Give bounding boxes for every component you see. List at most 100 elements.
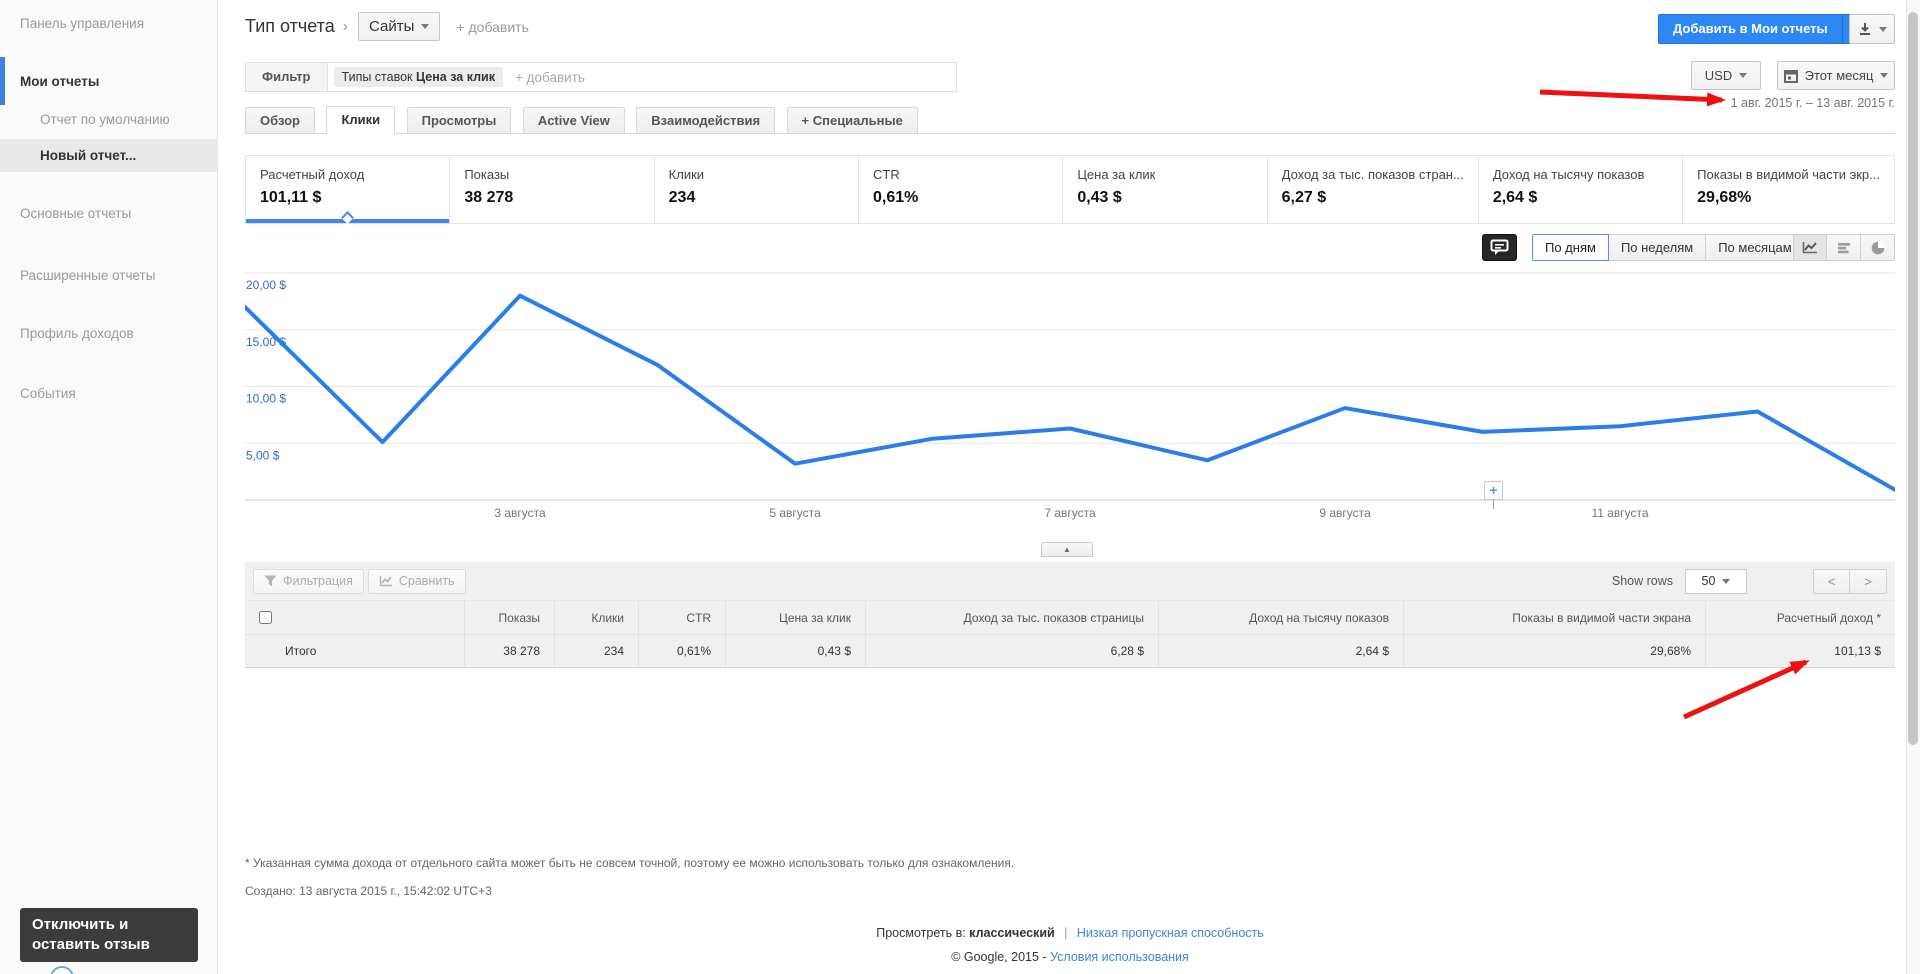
- metric-card-viewability[interactable]: Показы в видимой части экр... 29,68%: [1683, 156, 1895, 223]
- chevron-down-icon: [1880, 73, 1889, 78]
- revenue-chart[interactable]: 20,00 $15,00 $10,00 $5,00 $3 августа 5 ав…: [243, 272, 1897, 522]
- footer-separator: |: [1064, 926, 1068, 940]
- pie-chart-icon[interactable]: [1861, 234, 1895, 261]
- chevron-right-icon: ›: [342, 17, 349, 35]
- sidebar-item-basic-reports[interactable]: Основные отчеты: [20, 206, 131, 221]
- period-value: Этот месяц: [1804, 68, 1874, 83]
- compare-label: Сравнить: [398, 574, 455, 588]
- tab-overview[interactable]: Обзор: [245, 107, 315, 134]
- tab-interactions[interactable]: Взаимодействия: [636, 107, 776, 134]
- metric-value: 0,61%: [872, 189, 919, 206]
- add-to-my-reports-button[interactable]: Добавить в Мои отчеты: [1658, 14, 1871, 44]
- column-header-ctr[interactable]: CTR: [638, 600, 725, 634]
- metric-label: Доход на тысячу показов: [1492, 167, 1645, 182]
- show-rows-label: Show rows: [1611, 574, 1673, 588]
- terms-link[interactable]: Условия использования: [1050, 950, 1189, 964]
- currency-value: USD: [1704, 68, 1733, 83]
- total-row-label: Итого: [245, 634, 464, 667]
- chart-zoom-in-button[interactable]: +: [1484, 481, 1503, 500]
- report-type-dropdown[interactable]: Сайты: [358, 12, 441, 41]
- filter-chip-prefix: Типы ставок: [341, 70, 413, 84]
- date-period-dropdown[interactable]: Этот месяц: [1777, 61, 1895, 90]
- low-bandwidth-link[interactable]: Низкая пропускная способность: [1077, 926, 1264, 940]
- select-all-cell: [245, 600, 464, 634]
- granularity-by-week[interactable]: По неделям: [1608, 234, 1707, 261]
- svg-text:10,00 $: 10,00 $: [246, 392, 286, 406]
- metric-value: 0,43 $: [1077, 189, 1122, 206]
- bar-chart-icon[interactable]: [1827, 234, 1861, 261]
- tab-custom[interactable]: + Специальные: [786, 107, 918, 134]
- tab-active-view[interactable]: Active View: [522, 107, 625, 134]
- granularity-by-month[interactable]: По месяцам: [1706, 234, 1805, 261]
- metric-card-clicks[interactable]: Клики 234: [654, 156, 859, 223]
- scrollbar-thumb[interactable]: [1908, 12, 1918, 745]
- table-toolbar: Фильтрация Сравнить Show rows 50 < >: [245, 562, 1895, 600]
- sidebar-item-new-report[interactable]: Новый отчет...: [40, 148, 136, 163]
- granularity-by-day[interactable]: По дням: [1532, 234, 1609, 261]
- metric-card-ctr[interactable]: CTR 0,61%: [858, 156, 1064, 223]
- red-arrow-date-range: [1539, 89, 1726, 107]
- adsense-report-page: Панель управления Мои отчеты Отчет по ум…: [0, 0, 1920, 974]
- tab-views[interactable]: Просмотры: [406, 107, 512, 134]
- annotations-button[interactable]: [1482, 234, 1517, 261]
- filter-bar: Фильтр Типы ставок Цена за клик + добави…: [245, 62, 957, 92]
- sidebar-item-advanced-reports[interactable]: Расширенные отчеты: [20, 268, 155, 283]
- prev-page-button[interactable]: <: [1813, 568, 1850, 594]
- next-page-button[interactable]: >: [1850, 568, 1887, 594]
- sidebar-item-my-reports[interactable]: Мои отчеты: [20, 74, 99, 89]
- chevron-down-icon: [1722, 578, 1731, 584]
- metric-card-page-rpm[interactable]: Доход за тыс. показов стран... 6,27 $: [1267, 156, 1479, 223]
- sidebar-item-revenue-profile[interactable]: Профиль доходов: [20, 326, 134, 341]
- svg-text:3 августа: 3 августа: [494, 506, 546, 520]
- add-report-dimension-button[interactable]: + добавить: [456, 19, 528, 35]
- currency-dropdown[interactable]: USD: [1691, 61, 1761, 90]
- rows-per-page-dropdown[interactable]: 50: [1685, 568, 1747, 594]
- download-button[interactable]: [1849, 14, 1895, 44]
- chart-type-switch: [1793, 234, 1895, 261]
- line-chart-icon[interactable]: [1793, 234, 1827, 261]
- select-all-checkbox[interactable]: [259, 611, 272, 624]
- column-header-viewability[interactable]: Показы в видимой части экрана: [1403, 600, 1705, 634]
- total-viewability: 29,68%: [1403, 634, 1705, 667]
- active-section-marker: [0, 57, 5, 105]
- metric-label: Цена за клик: [1077, 167, 1156, 182]
- tab-clicks[interactable]: Клики: [326, 106, 396, 134]
- total-cpc: 0,43 $: [725, 634, 865, 667]
- pagination: < >: [1813, 568, 1887, 594]
- revenue-disclaimer: * Указанная сумма дохода от отдельного с…: [245, 856, 1015, 870]
- download-icon: [1858, 22, 1872, 36]
- filter-chip-bid-type[interactable]: Типы ставок Цена за клик: [333, 67, 503, 87]
- column-header-cpc[interactable]: Цена за клик: [725, 600, 865, 634]
- filter-table-button[interactable]: Фильтрация: [253, 568, 364, 594]
- column-header-impression-rpm[interactable]: Доход на тысячу показов: [1158, 600, 1403, 634]
- collapse-chart-button[interactable]: ▲: [1041, 542, 1093, 557]
- metric-value: 234: [668, 189, 696, 206]
- metric-card-estimated-revenue[interactable]: Расчетный доход 101,11 $: [246, 156, 451, 224]
- filter-add-input[interactable]: + добавить: [515, 70, 585, 85]
- comment-icon: [1490, 239, 1509, 256]
- column-header-page-rpm[interactable]: Доход за тыс. показов страницы: [865, 600, 1158, 634]
- date-range-text: 1 авг. 2015 г. – 13 авг. 2015 г.: [1730, 96, 1895, 110]
- metric-card-impressions[interactable]: Показы 38 278: [450, 156, 655, 223]
- metric-label: Показы: [464, 167, 510, 182]
- table-header-row: Показы Клики CTR Цена за клик Доход за т…: [245, 600, 1895, 634]
- sidebar-item-events[interactable]: События: [20, 386, 76, 401]
- column-header-clicks[interactable]: Клики: [554, 600, 638, 634]
- column-header-estimated-revenue[interactable]: Расчетный доход *: [1705, 600, 1895, 634]
- metric-card-cpc[interactable]: Цена за клик 0,43 $: [1063, 156, 1268, 223]
- metric-label: Клики: [668, 167, 705, 182]
- chart-zoom-tick: [1493, 500, 1494, 509]
- sidebar-item-default-report[interactable]: Отчет по умолчанию: [40, 112, 170, 127]
- compare-button[interactable]: Сравнить: [367, 568, 466, 594]
- column-header-impressions[interactable]: Показы: [464, 600, 554, 634]
- metric-label: Показы в видимой части экр...: [1697, 167, 1880, 182]
- sidebar-item-dashboard[interactable]: Панель управления: [20, 16, 144, 31]
- chevron-down-icon: [1739, 73, 1748, 78]
- report-type-label: Тип отчета: [245, 16, 335, 36]
- total-page-rpm: 6,28 $: [865, 634, 1158, 667]
- metric-value: 101,11 $: [260, 189, 322, 206]
- metric-card-impression-rpm[interactable]: Доход на тысячу показов 2,64 $: [1478, 156, 1684, 223]
- footer-copyright: © Google, 2015 - Условия использования: [245, 950, 1895, 964]
- feedback-button[interactable]: Отключить и оставить отзыв: [20, 908, 198, 962]
- view-in-prefix: Просмотреть в:: [876, 926, 966, 940]
